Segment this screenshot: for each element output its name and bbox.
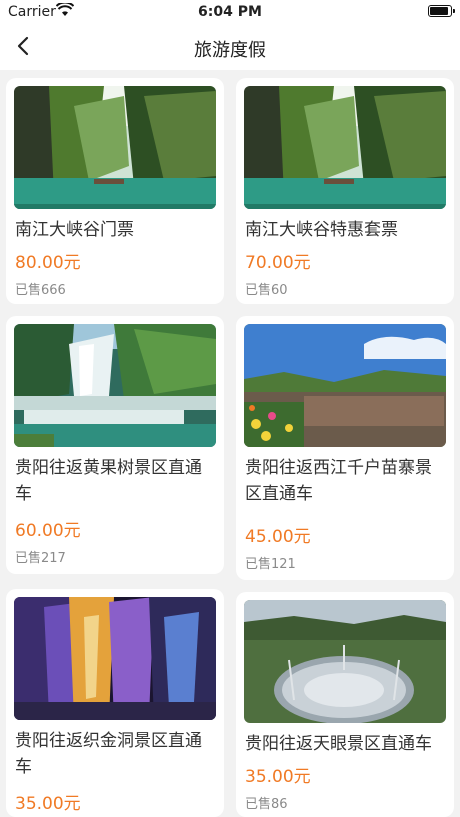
product-sold-count: 已售121 — [245, 557, 296, 572]
nav-bar: 旅游度假 — [0, 24, 460, 70]
product-card[interactable]: 贵阳往返天眼景区直通车 35.00元 已售86 — [236, 592, 454, 817]
product-price: 35.00元 — [245, 767, 311, 787]
product-image — [244, 600, 446, 723]
product-title: 贵阳往返天眼景区直通车 — [245, 734, 432, 754]
product-price: 80.00元 — [15, 253, 81, 273]
product-title: 贵阳往返黄果树景区直通车 — [15, 458, 202, 504]
battery-icon — [428, 5, 455, 17]
product-grid: 南江大峡谷门票 80.00元 已售666 南江大峡谷特惠套票 70.00元 已售… — [0, 70, 460, 817]
product-image — [244, 86, 446, 209]
product-image — [14, 324, 216, 447]
product-card[interactable]: 贵阳往返黄果树景区直通车 60.00元 已售217 — [6, 316, 224, 574]
product-image — [244, 324, 446, 447]
product-title: 贵阳往返织金洞景区直通车 — [15, 731, 202, 777]
product-sold-count: 已售217 — [15, 551, 66, 566]
status-bar: Carrier 6:04 PM — [0, 0, 460, 24]
product-price: 45.00元 — [245, 527, 311, 547]
product-title: 贵阳往返西江千户苗寨景区直通车 — [245, 458, 432, 504]
product-price: 35.00元 — [15, 794, 81, 814]
product-sold-count: 已售60 — [245, 283, 288, 298]
product-price: 60.00元 — [15, 521, 81, 541]
product-sold-count: 已售86 — [245, 797, 288, 812]
product-title: 南江大峡谷门票 — [15, 220, 134, 240]
product-title: 南江大峡谷特惠套票 — [245, 220, 398, 240]
status-time: 6:04 PM — [198, 4, 262, 20]
product-image — [14, 597, 216, 720]
product-card[interactable]: 南江大峡谷门票 80.00元 已售666 — [6, 78, 224, 304]
product-sold-count: 已售666 — [15, 283, 66, 298]
product-image — [14, 86, 216, 209]
product-price: 70.00元 — [245, 253, 311, 273]
product-card[interactable]: 南江大峡谷特惠套票 70.00元 已售60 — [236, 78, 454, 304]
page-title: 旅游度假 — [194, 40, 266, 61]
product-card[interactable]: 贵阳往返织金洞景区直通车 35.00元 — [6, 589, 224, 817]
product-card[interactable]: 贵阳往返西江千户苗寨景区直通车 45.00元 已售121 — [236, 316, 454, 580]
